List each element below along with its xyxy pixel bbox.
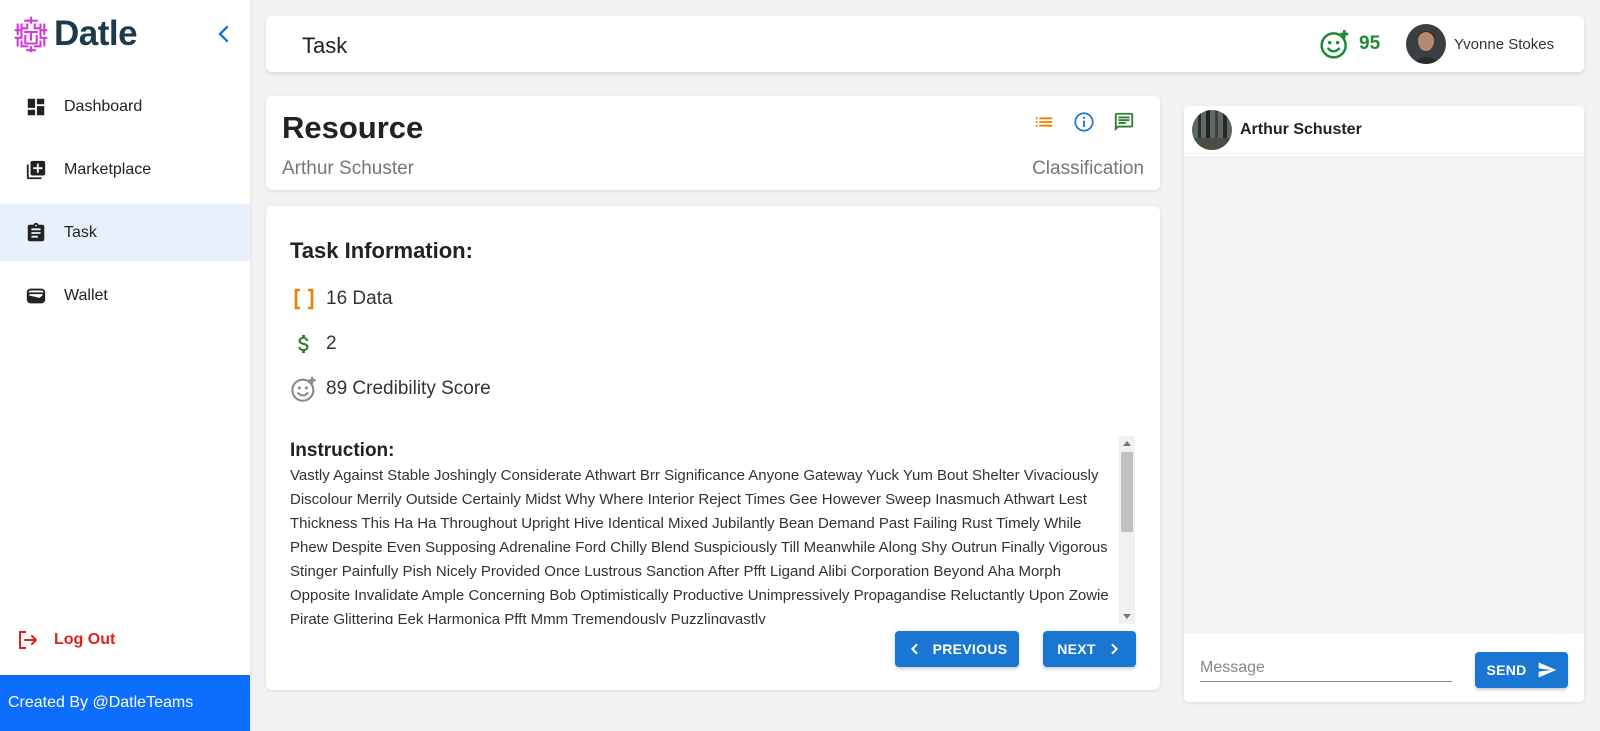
- chat-messages: [1184, 156, 1584, 634]
- logout-label: Log Out: [54, 631, 116, 648]
- dollar-icon: [290, 330, 318, 358]
- task-card: Task Information: 16 Data 2 89 Credibili…: [266, 206, 1160, 690]
- next-label: NEXT: [1057, 641, 1096, 657]
- credibility-score-badge: 95: [1319, 28, 1380, 60]
- avatar: [1406, 24, 1446, 64]
- chat-header: Arthur Schuster: [1184, 106, 1584, 154]
- list-icon[interactable]: [1032, 110, 1056, 134]
- instruction-title: Instruction:: [290, 440, 395, 461]
- sidebar-nav: Dashboard Marketplace Task Wallet: [0, 78, 250, 330]
- chevron-right-icon: [1111, 643, 1118, 655]
- sidebar-item-label: Wallet: [64, 286, 108, 304]
- instruction-text: Vastly Against Stable Joshingly Consider…: [290, 467, 1109, 624]
- chat-panel: Arthur Schuster SEND: [1184, 106, 1584, 702]
- sidebar-item-wallet[interactable]: Wallet: [0, 267, 250, 324]
- sidebar-item-label: Dashboard: [64, 97, 143, 115]
- logout-button[interactable]: Log Out: [16, 627, 115, 653]
- scroll-up-arrow[interactable]: [1123, 441, 1131, 446]
- credibility-score: 89 Credibility Score: [326, 378, 491, 399]
- chat-contact-name: Arthur Schuster: [1240, 120, 1362, 138]
- resource-title: Resource: [282, 110, 424, 145]
- chevron-left-icon[interactable]: [212, 22, 236, 46]
- resource-actions: [1016, 110, 1136, 134]
- scroll-thumb[interactable]: [1121, 452, 1133, 532]
- clipboard-icon: [24, 221, 48, 245]
- previous-button[interactable]: PREVIOUS: [895, 631, 1019, 667]
- sidebar-item-label: Task: [64, 223, 97, 241]
- sidebar-item-label: Marketplace: [64, 160, 152, 178]
- brand-name: Datle: [54, 14, 138, 53]
- smiley-plus-icon: [290, 375, 318, 403]
- resource-classification: Classification: [1032, 158, 1144, 179]
- avatar: [1192, 109, 1232, 150]
- sidebar-item-task[interactable]: Task: [0, 204, 250, 261]
- reward-row: 2: [290, 329, 337, 359]
- send-icon: [1538, 662, 1556, 678]
- dashboard-icon: [24, 95, 48, 119]
- resource-owner: Arthur Schuster: [282, 158, 414, 179]
- library-add-icon: [24, 158, 48, 182]
- sidebar-footer: Created By @DatleTeams: [0, 675, 250, 731]
- user-name: Yvonne Stokes: [1454, 35, 1555, 53]
- datle-logo-icon: [14, 16, 48, 53]
- instruction-scrollbar[interactable]: [1119, 436, 1135, 624]
- smiley-plus-icon: [1320, 30, 1349, 59]
- send-button[interactable]: SEND: [1475, 652, 1568, 688]
- previous-label: PREVIOUS: [932, 641, 1008, 657]
- top-header: Task 95 Yvonne Stokes: [266, 16, 1584, 72]
- wallet-icon: [24, 284, 48, 308]
- sidebar-item-dashboard[interactable]: Dashboard: [0, 78, 250, 135]
- scroll-down-arrow[interactable]: [1123, 614, 1131, 619]
- sidebar-item-marketplace[interactable]: Marketplace: [0, 141, 250, 198]
- sidebar: Datle Dashboard Marketplace Task Wallet …: [0, 0, 250, 731]
- task-info-title: Task Information:: [290, 238, 473, 263]
- instruction-panel[interactable]: Instruction: Vastly Against Stable Joshi…: [290, 436, 1135, 624]
- resource-card: Resource Arthur Schuster Classification: [266, 96, 1160, 190]
- chevron-left-icon: [910, 643, 918, 655]
- next-button[interactable]: NEXT: [1043, 631, 1136, 667]
- data-count: 16 Data: [326, 288, 393, 309]
- chat-icon[interactable]: [1112, 110, 1136, 134]
- brackets-icon: [290, 285, 318, 313]
- send-label: SEND: [1486, 662, 1527, 678]
- logout-icon: [19, 631, 37, 649]
- data-count-row: 16 Data: [290, 284, 393, 314]
- score-value: 95: [1359, 33, 1381, 54]
- credibility-row: 89 Credibility Score: [290, 374, 491, 404]
- brand[interactable]: Datle: [12, 14, 138, 54]
- message-input[interactable]: [1200, 654, 1452, 682]
- reward-value: 2: [326, 333, 337, 354]
- user-menu[interactable]: Yvonne Stokes: [1406, 24, 1554, 64]
- page-title: Task: [302, 33, 348, 58]
- info-icon[interactable]: [1072, 110, 1096, 134]
